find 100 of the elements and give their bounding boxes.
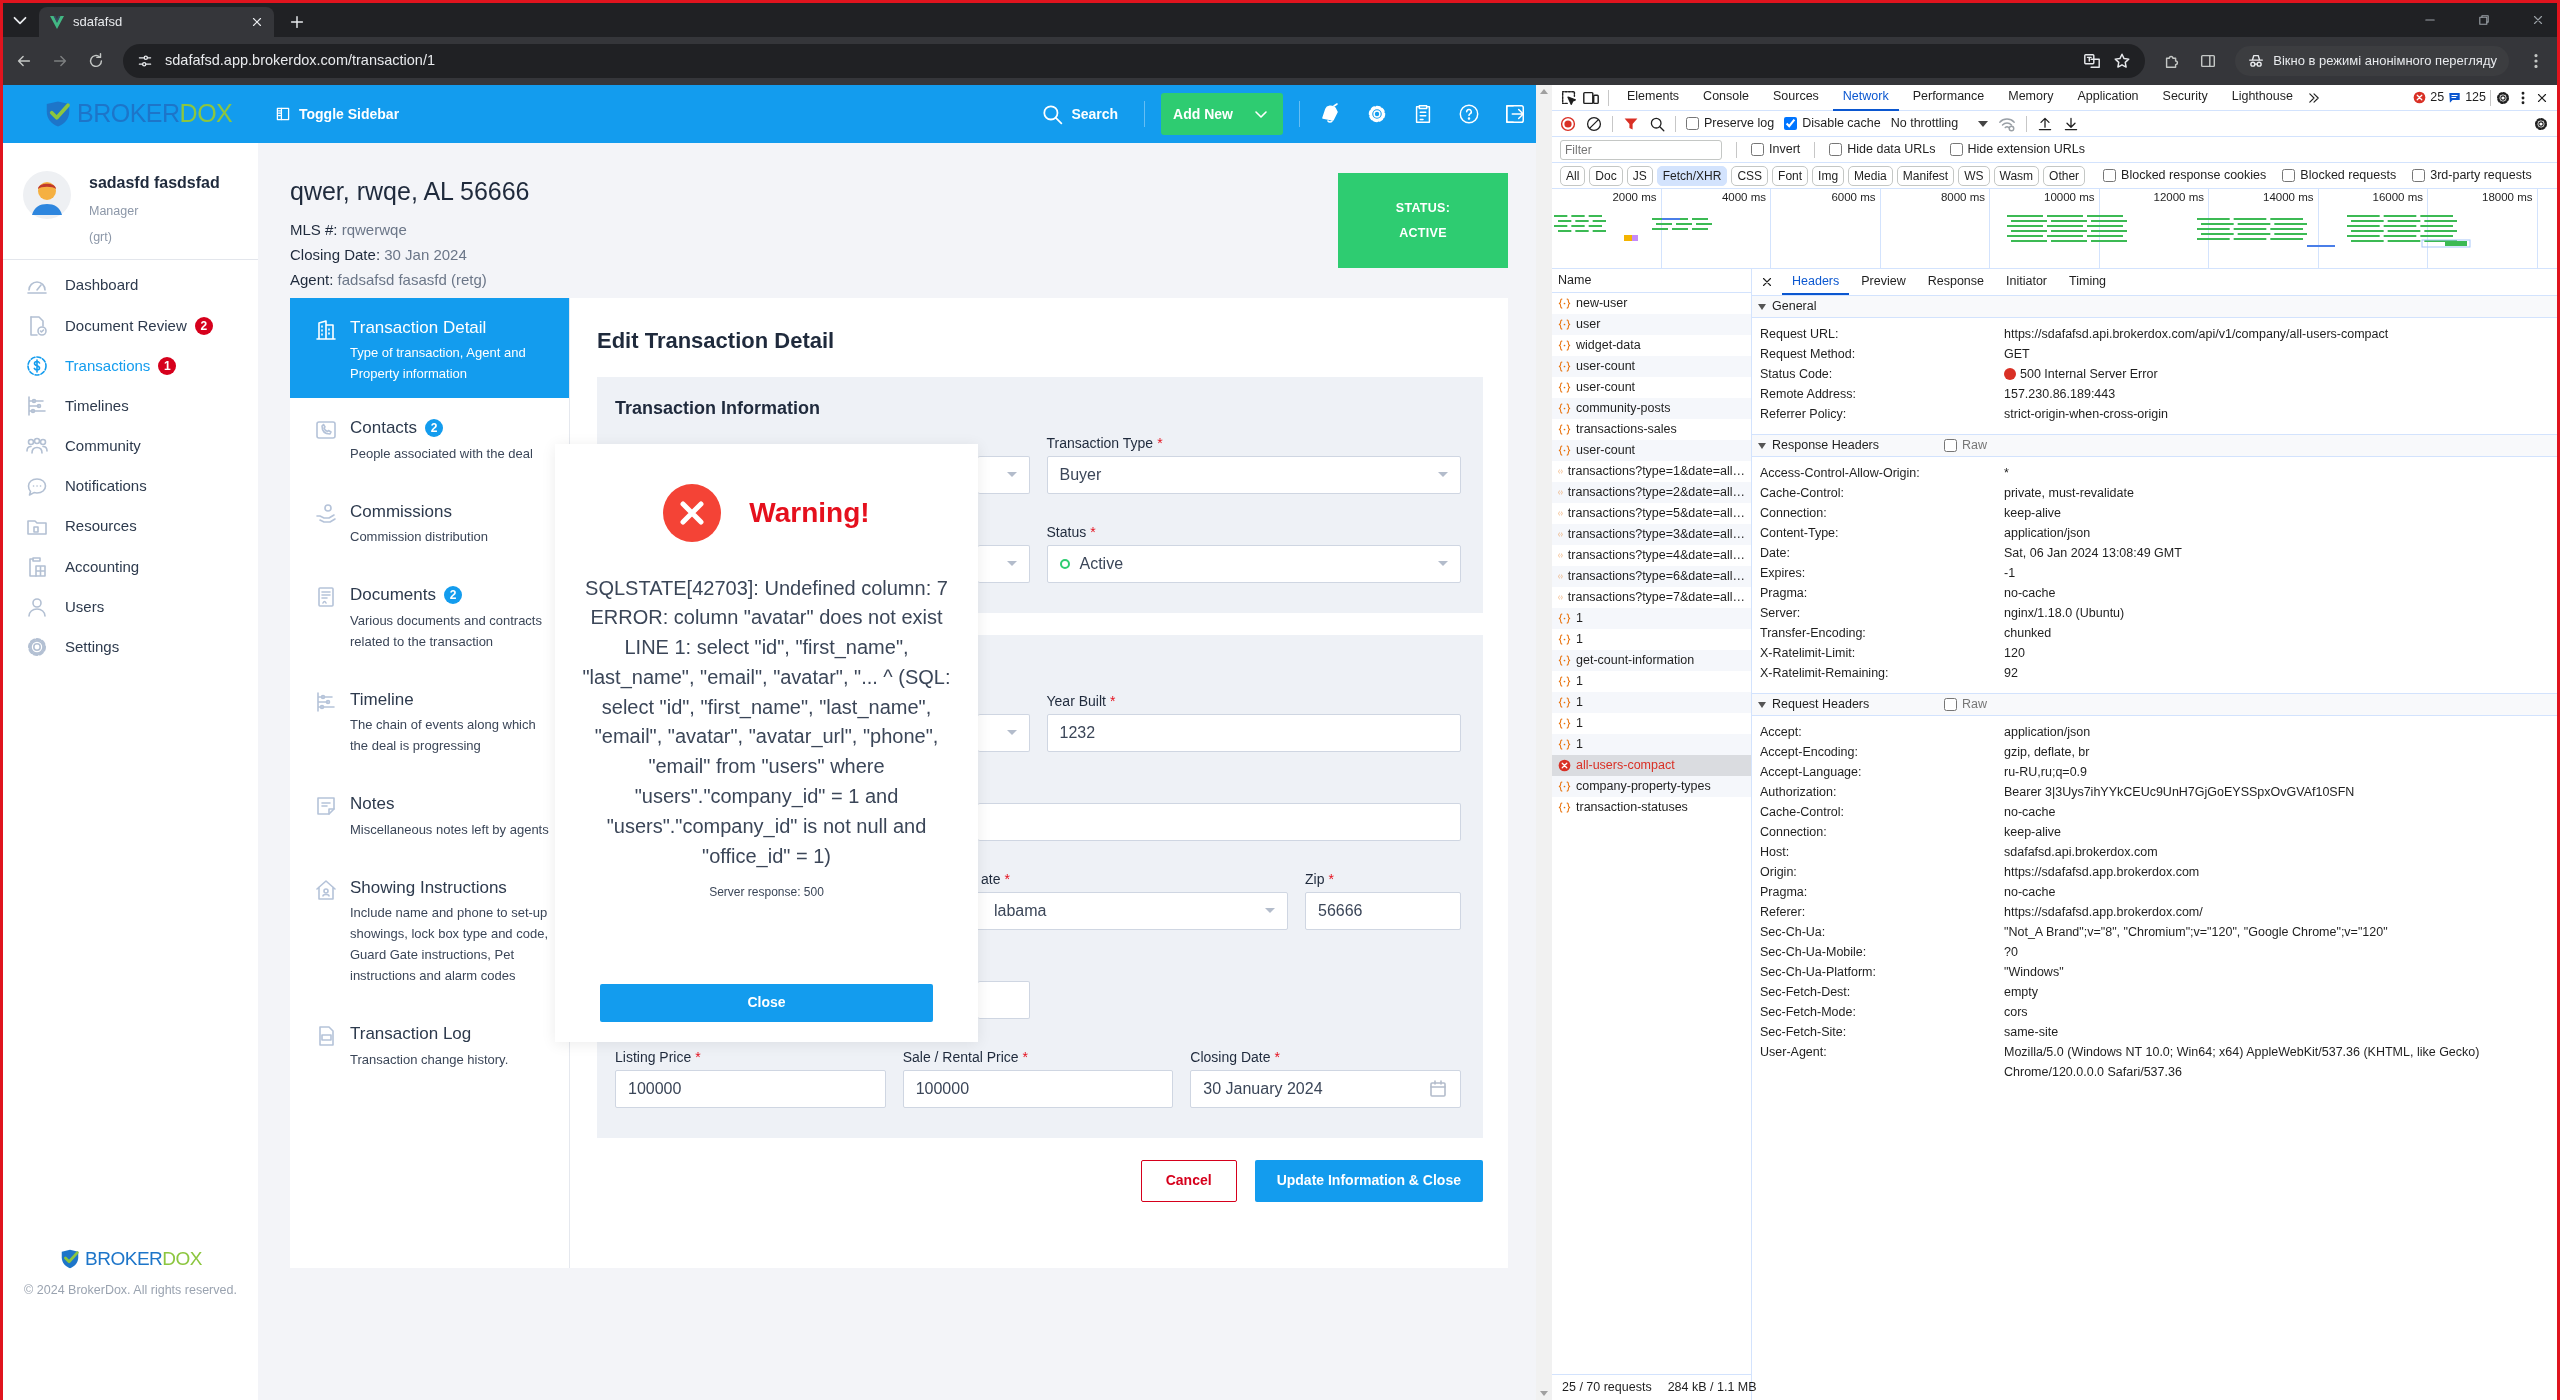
input-field[interactable] [978,980,1030,1019]
section-tab[interactable]: Timeline The chain of events along which the deal is progressing [290,669,569,774]
sidebar-item[interactable]: Document Review 2 [3,305,258,346]
sidebar-item[interactable]: Notifications [3,466,258,507]
request-row[interactable]: transactions?type=6&date=all… [1552,566,1751,587]
browser-tab[interactable]: sdafafsd [39,7,274,37]
filter-icon[interactable] [1623,115,1639,132]
reload-icon[interactable] [87,52,105,70]
upload-icon[interactable] [2037,115,2054,132]
input-field[interactable]: 100000 [902,1069,1174,1108]
section-tab[interactable]: Transaction Log Transaction change history. [290,1004,569,1088]
translate-icon[interactable] [2083,52,2102,70]
record-icon[interactable] [1560,115,1576,132]
request-row[interactable]: 1 [1552,608,1751,629]
side-panel-icon[interactable] [2199,52,2218,70]
close-icon[interactable] [250,15,264,29]
checkbox[interactable] [1949,143,1963,156]
request-row[interactable]: all-users-compact [1552,755,1751,776]
type-filter-chip[interactable]: Other [2043,165,2086,186]
checkbox[interactable] [2282,169,2296,182]
type-filter-chip[interactable]: Manifest [1896,165,1955,186]
request-row[interactable]: user-count [1552,440,1751,461]
type-filter-chip[interactable]: Font [1772,165,1809,186]
select-field[interactable] [978,713,1030,752]
checkbox[interactable] [1944,698,1957,711]
devtools-tab[interactable]: Security [2152,84,2218,111]
request-row[interactable]: get-count-information [1552,650,1751,671]
request-row[interactable]: user-count [1552,356,1751,377]
restore-icon[interactable] [2477,13,2491,27]
request-row[interactable]: company-property-types [1552,776,1751,797]
message-count[interactable]: 125 [2448,88,2486,107]
type-filter-chip[interactable]: Img [1812,165,1845,186]
close-icon[interactable] [2531,13,2545,27]
select-field[interactable] [978,544,1030,583]
request-row[interactable]: 1 [1552,692,1751,713]
detail-tab[interactable]: Preview [1851,269,1916,295]
throttling-select[interactable]: No throttling [1890,114,1989,133]
checkbox[interactable] [2103,169,2117,182]
input-field[interactable]: 56666 [1305,891,1461,930]
type-filter-chip[interactable]: CSS [1731,165,1769,186]
star-icon[interactable] [2113,52,2132,70]
request-row[interactable]: transactions?type=3&date=all… [1552,524,1751,545]
checkbox[interactable] [2412,169,2426,182]
detail-tab[interactable]: Response [1917,269,1994,295]
error-count[interactable]: 25 [2413,88,2445,107]
sidebar-item[interactable]: Community [3,426,258,467]
section-tab[interactable]: Commissions Commission distribution [290,481,569,565]
sidebar-item[interactable]: Resources [3,506,258,547]
sidebar-item[interactable]: Accounting [3,546,258,587]
more-tabs-icon[interactable] [2306,90,2321,105]
checkbox[interactable] [1829,143,1843,156]
sidebar-item[interactable]: Transactions 1 [3,345,258,387]
select-field[interactable]: Buyer [1046,455,1461,494]
select-field[interactable]: labama [975,891,1288,930]
type-filter-chip[interactable]: Fetch/XHR [1656,165,1728,186]
type-filter-chip[interactable]: JS [1626,165,1653,186]
filter-field[interactable]: Filter [1560,139,1722,160]
devtools-tab[interactable]: Sources [1763,84,1829,111]
incognito-indicator[interactable]: Вікно в режимі анонімного перегляду [2235,46,2509,76]
checkbox[interactable] [1784,117,1798,130]
type-filter-chip[interactable]: Media [1848,165,1893,186]
devtools-tab[interactable]: Application [2067,84,2149,111]
sidebar-item[interactable]: Users [3,587,258,628]
input-field[interactable]: 100000 [615,1069,886,1108]
search-icon[interactable] [1649,115,1665,132]
help-icon[interactable] [1458,103,1480,125]
input-field[interactable] [978,802,1461,841]
checkbox[interactable] [1686,117,1699,130]
request-row[interactable]: user [1552,314,1751,335]
clear-icon[interactable] [1586,115,1602,132]
select-field[interactable] [978,455,1030,494]
address-bar[interactable]: sdafafsd.app.brokerdox.com/transaction/1 [123,44,2146,78]
type-filter-chip[interactable]: Wasm [1993,165,2040,186]
checkbox[interactable] [1944,439,1957,452]
section-tab[interactable]: Showing Instructions Include name and phone to set-up showings, lock box type and code, Guard Gate instructions, Pet instructions and alarm codes [290,857,569,1004]
devtools-tab[interactable]: Memory [1998,84,2064,111]
type-filter-chip[interactable]: WS [1958,165,1990,186]
detail-tab[interactable]: Initiator [1996,269,2057,295]
request-row[interactable]: 1 [1552,734,1751,755]
sidebar-item[interactable]: Timelines [3,386,258,427]
devtools-tab[interactable]: Console [1693,84,1759,111]
close-icon[interactable] [1760,275,1774,289]
type-filter-chip[interactable]: Doc [1589,165,1623,186]
download-icon[interactable] [2063,115,2080,132]
select-field[interactable]: Active [1046,544,1461,583]
sidebar-item[interactable]: Dashboard [3,265,258,306]
devtools-tab[interactable]: Performance [1902,84,1995,111]
type-filter-chip[interactable]: All [1560,165,1586,186]
request-row[interactable]: community-posts [1552,398,1751,419]
devtools-tab[interactable]: Lighthouse [2221,84,2303,111]
date-field[interactable]: 30 January 2024 [1190,1069,1461,1108]
logout-icon[interactable] [1504,103,1526,125]
new-tab-icon[interactable] [288,13,306,31]
inspect-icon[interactable] [1560,88,1578,107]
devtools-tab[interactable]: Elements [1617,84,1690,111]
cancel-button[interactable]: Cancel [1140,1159,1237,1202]
settings-icon[interactable] [2495,89,2511,106]
sidebar-item[interactable]: Settings [3,627,258,668]
settings-icon[interactable] [2533,115,2549,132]
request-row[interactable]: transactions?type=2&date=all… [1552,482,1751,503]
